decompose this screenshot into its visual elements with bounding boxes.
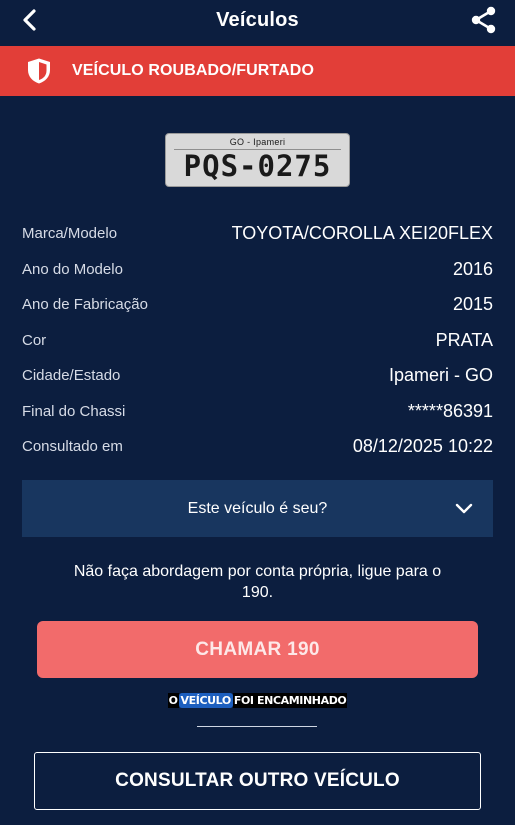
detail-value: 2016 (452, 258, 493, 279)
caption-word: O (167, 693, 179, 708)
plate-region: GO - Ipameri (229, 137, 286, 147)
owner-question-dropdown[interactable]: Este veículo é seu? (22, 480, 493, 537)
plate-number: PQS-0275 (183, 149, 332, 183)
call-button-label: CHAMAR 190 (195, 638, 320, 660)
back-button[interactable] (14, 6, 44, 34)
chevron-down-icon (455, 500, 473, 518)
detail-label: Cidade/Estado (22, 367, 121, 385)
consult-other-label: CONSULTAR OUTRO VEÍCULO (115, 770, 400, 791)
detail-row-color: Cor PRATA (22, 323, 493, 359)
detail-value: TOYOTA/COROLLA XEI20FLEX (231, 223, 493, 244)
stolen-alert-banner: VEÍCULO ROUBADO/FURTADO (0, 46, 515, 96)
divider (197, 726, 317, 727)
license-plate: GO - Ipameri PQS-0275 (165, 133, 350, 187)
caption-word: FOI ENCAMINHADO (232, 693, 348, 708)
detail-value: PRATA (435, 329, 493, 350)
alert-text: VEÍCULO ROUBADO/FURTADO (72, 62, 314, 79)
detail-label: Ano de Fabricação (22, 296, 148, 314)
caption-word-highlight: VEÍCULO (178, 693, 233, 708)
detail-label: Final do Chassi (22, 402, 126, 420)
share-icon (471, 6, 496, 34)
detail-label: Cor (22, 331, 47, 349)
consult-other-vehicle-button[interactable]: CONSULTAR OUTRO VEÍCULO (34, 752, 481, 810)
detail-row-consulted-at: Consultado em 08/12/2025 10:22 (22, 429, 493, 465)
vehicle-details: Marca/Modelo TOYOTA/COROLLA XEI20FLEX An… (22, 216, 493, 465)
warning-text: Não faça abordagem por conta própria, li… (73, 563, 442, 601)
detail-row-manufacture-year: Ano de Fabricação 2015 (22, 287, 493, 323)
detail-value: Ipameri - GO (388, 365, 493, 386)
top-bar: Veículos (0, 0, 515, 40)
detail-row-chassis: Final do Chassi *****86391 (22, 394, 493, 430)
detail-value: 2015 (452, 294, 493, 315)
caption-overlay: O VEÍCULO FOI ENCAMINHADO (0, 693, 515, 708)
detail-value: 08/12/2025 10:22 (352, 436, 493, 457)
chevron-left-icon (23, 9, 36, 31)
share-button[interactable] (469, 5, 499, 35)
shield-icon (26, 57, 52, 85)
page-title: Veículos (216, 8, 299, 31)
detail-value: *****86391 (407, 400, 493, 421)
detail-row-model-year: Ano do Modelo 2016 (22, 252, 493, 288)
call-190-button[interactable]: CHAMAR 190 (37, 621, 478, 678)
detail-label: Ano do Modelo (22, 260, 123, 278)
detail-row-city-state: Cidade/Estado Ipameri - GO (22, 358, 493, 394)
detail-label: Consultado em (22, 438, 123, 456)
owner-question-label: Este veículo é seu? (187, 499, 328, 517)
detail-label: Marca/Modelo (22, 225, 118, 243)
detail-row-brand-model: Marca/Modelo TOYOTA/COROLLA XEI20FLEX (22, 216, 493, 252)
